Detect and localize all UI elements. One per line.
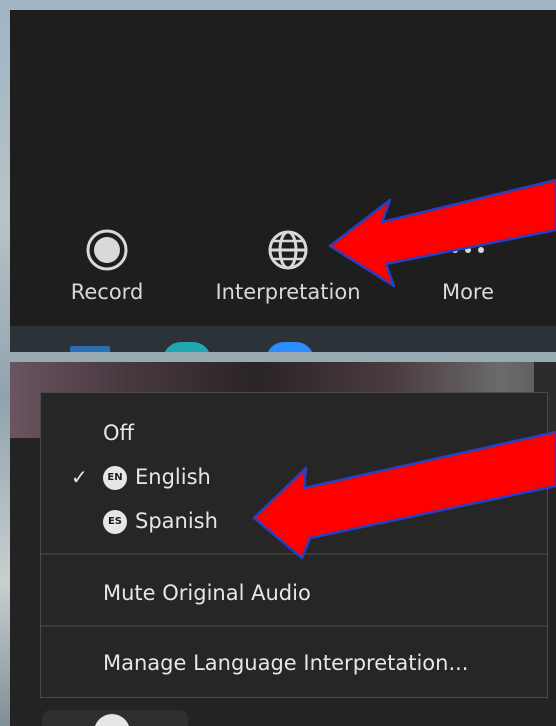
checkmark-icon: ✓ [71,465,88,489]
annotation-arrow-top [328,178,556,288]
menu-item-english-label: English [135,465,211,489]
annotation-arrow-bottom [252,430,556,560]
menu-item-spanish-label: Spanish [135,509,218,533]
mute-original-audio-label: Mute Original Audio [103,581,311,605]
taskbar-app-icon[interactable] [70,346,110,352]
windows-taskbar [10,326,556,352]
taskbar-app-icon[interactable] [163,342,211,352]
interpretation-menu-panel: Off ✓ EN English ES Spanish Mute Original … [10,362,556,726]
meeting-toolbar-panel: Record Interpretation More [10,10,556,352]
record-label: Record [70,280,144,304]
avatar [94,714,130,726]
record-button[interactable]: Record [60,228,154,304]
menu-item-off-label: Off [103,421,134,445]
language-badge-es: ES [103,510,127,534]
partial-control-pill[interactable] [42,710,188,726]
record-icon [86,229,128,271]
taskbar-app-icon[interactable] [266,342,314,352]
manage-language-interpretation-label: Manage Language Interpretation... [103,651,469,675]
language-badge-en: EN [103,466,127,490]
menu-divider [41,625,547,627]
globe-icon [268,230,308,270]
